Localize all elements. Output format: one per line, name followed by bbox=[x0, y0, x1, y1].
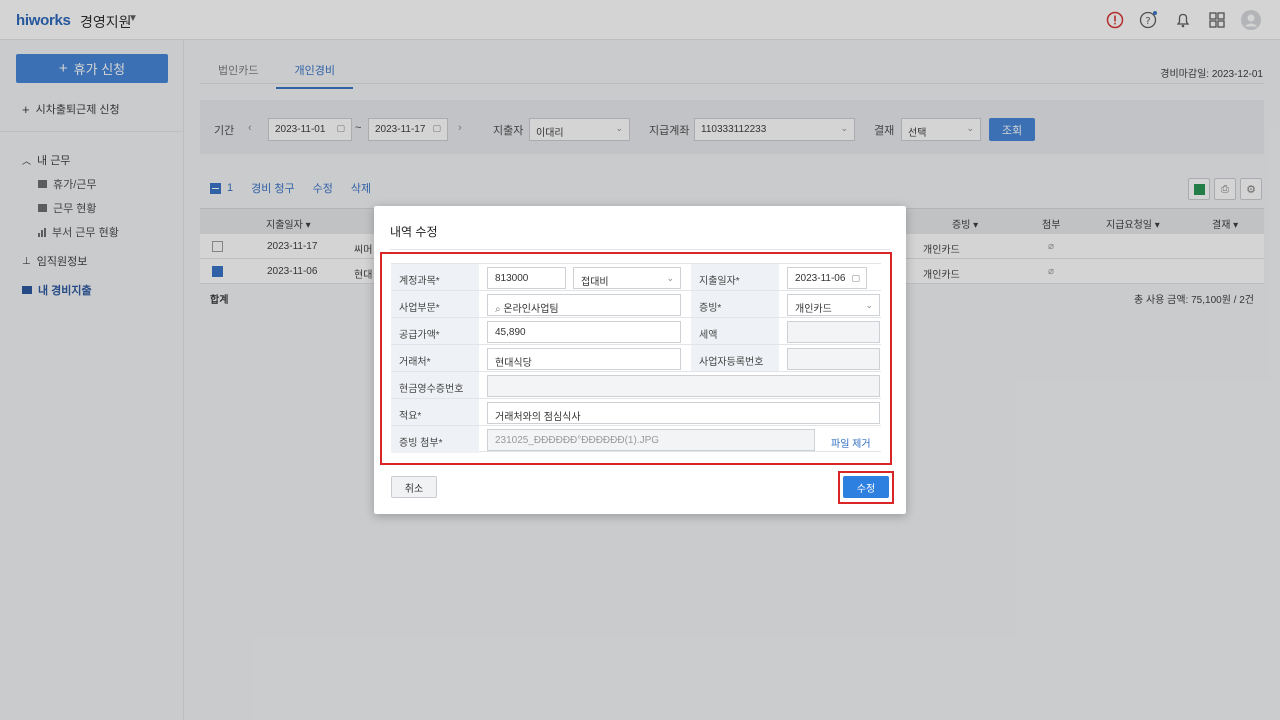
receipt-label: 현금영수증번호 bbox=[391, 372, 479, 399]
tax-label: 세액 bbox=[691, 318, 779, 345]
bizno-input bbox=[787, 348, 880, 370]
attach-label: 증빙 첨부* bbox=[391, 426, 479, 453]
search-icon: ⌕ bbox=[495, 304, 501, 315]
expense-date-input[interactable]: 2023-11-06 ▢ bbox=[787, 267, 867, 289]
tax-input bbox=[787, 321, 880, 343]
chevron-down-icon: ⌄ bbox=[865, 300, 873, 310]
receipt-input bbox=[487, 375, 880, 397]
supply-input[interactable]: 45,890 bbox=[487, 321, 681, 343]
account-code-input[interactable]: 813000 bbox=[487, 267, 566, 289]
vendor-input[interactable]: 현대식당 bbox=[487, 348, 681, 370]
evidence-label: 증빙* bbox=[691, 291, 779, 318]
cancel-button[interactable]: 취소 bbox=[391, 476, 437, 498]
account-name-select[interactable]: 접대비 ⌄ bbox=[573, 267, 681, 289]
save-button[interactable]: 수정 bbox=[843, 476, 889, 498]
vendor-label: 거래처* bbox=[391, 345, 479, 372]
file-remove-button[interactable]: 파일 제거 bbox=[831, 435, 871, 450]
memo-input[interactable]: 거래처와의 점심식사 bbox=[487, 402, 880, 424]
modal-title: 내역 수정 bbox=[390, 225, 438, 239]
attach-file-field[interactable]: 231025_ÐÐÐÐÐÐ°ÐÐÐÐÐÐ(1).JPG bbox=[487, 429, 815, 451]
supply-label: 공급가액* bbox=[391, 318, 479, 345]
chevron-down-icon: ⌄ bbox=[666, 273, 674, 283]
evidence-select[interactable]: 개인카드 ⌄ bbox=[787, 294, 880, 316]
dept-search-input[interactable]: ⌕ 온라인사업팀 bbox=[487, 294, 681, 316]
bizno-label: 사업자등록번호 bbox=[691, 345, 779, 372]
dept-label: 사업부문* bbox=[391, 291, 479, 318]
calendar-icon: ▢ bbox=[851, 273, 860, 283]
account-label: 계정과목* bbox=[391, 264, 479, 291]
divider bbox=[390, 249, 890, 250]
memo-label: 적요* bbox=[391, 399, 479, 426]
expense-date-label: 지출일자* bbox=[691, 264, 779, 291]
